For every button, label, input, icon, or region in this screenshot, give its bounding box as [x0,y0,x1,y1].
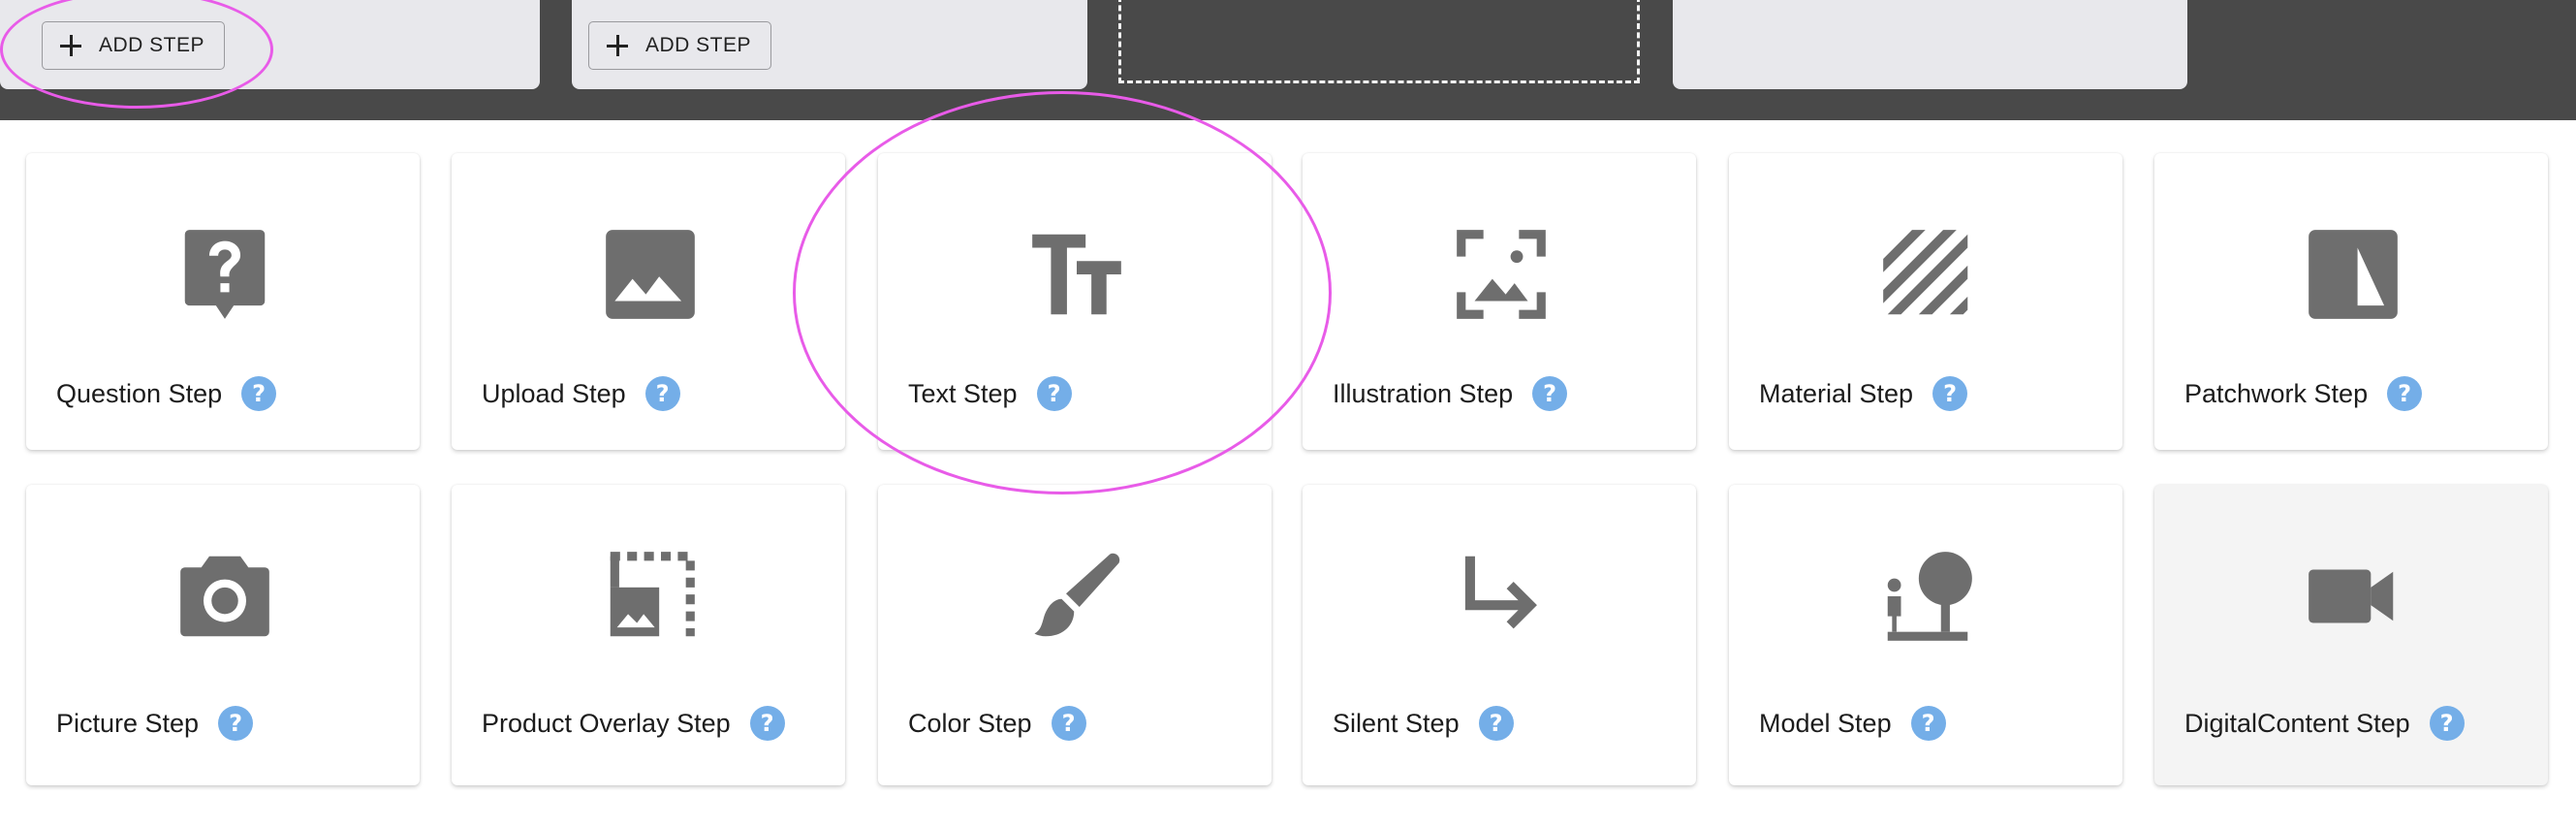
step-card-title: Picture Step ? [56,706,254,741]
step-sequence-bar: ADD STEP ADD STEP [0,0,2576,120]
step-card-model[interactable]: Model Step ? [1729,485,2122,785]
image-focus-icon [1448,221,1555,328]
step-slot-4 [1673,0,2187,89]
step-card-picture[interactable]: Picture Step ? [26,485,420,785]
step-drop-zone[interactable] [1118,0,1640,83]
step-slot-2: ADD STEP [572,0,1087,89]
help-icon[interactable]: ? [218,706,254,741]
step-card-digital-content[interactable]: DigitalContent Step ? [2154,485,2548,785]
help-icon[interactable]: ? [749,706,785,741]
step-label: Product Overlay Step [482,708,731,738]
step-label: Material Step [1759,378,1914,408]
step-card-silent[interactable]: Silent Step ? [1303,485,1696,785]
step-card-question[interactable]: Question Step ? [26,153,420,450]
nature-people-icon [1874,543,1981,650]
step-card-product-overlay[interactable]: Product Overlay Step ? [452,485,845,785]
step-label: Model Step [1759,708,1892,738]
step-card-title: Color Step ? [908,706,1086,741]
step-label: Color Step [908,708,1032,738]
plus-icon [60,35,81,56]
help-icon[interactable]: ? [1036,376,1072,411]
text-size-icon [1023,221,1130,328]
texture-icon [1874,221,1981,328]
step-card-illustration[interactable]: Illustration Step ? [1303,153,1696,450]
add-step-button-2[interactable]: ADD STEP [588,21,771,70]
step-card-upload[interactable]: Upload Step ? [452,153,845,450]
help-icon[interactable]: ? [2387,376,2423,411]
help-icon[interactable]: ? [1910,706,1946,741]
step-card-title: Silent Step ? [1333,706,1514,741]
step-label: Text Step [908,378,1018,408]
add-step-label: ADD STEP [99,34,205,56]
step-label: Question Step [56,378,223,408]
step-card-material[interactable]: Material Step ? [1729,153,2122,450]
video-camera-icon [2300,543,2406,650]
step-card-title: Illustration Step ? [1333,376,1568,411]
help-icon[interactable]: ? [1532,376,1568,411]
step-card-text[interactable]: Text Step ? [878,153,1272,450]
step-label: Illustration Step [1333,378,1514,408]
step-card-title: Product Overlay Step ? [482,706,785,741]
help-icon[interactable]: ? [1478,706,1514,741]
help-icon[interactable]: ? [1051,706,1086,741]
step-card-color[interactable]: Color Step ? [878,485,1272,785]
image-icon [597,221,704,328]
step-slot-1: ADD STEP [0,0,540,89]
step-card-title: Question Step ? [56,376,277,411]
overlay-image-icon [597,543,704,650]
help-icon[interactable]: ? [2429,706,2465,741]
question-bubble-icon [172,221,278,328]
step-card-title: Upload Step ? [482,376,680,411]
step-card-title: Model Step ? [1759,706,1946,741]
help-icon[interactable]: ? [644,376,680,411]
step-card-patchwork[interactable]: Patchwork Step ? [2154,153,2548,450]
step-label: Picture Step [56,708,200,738]
step-card-title: Material Step ? [1759,376,1968,411]
help-icon[interactable]: ? [241,376,277,411]
plus-icon [607,35,628,56]
add-step-button-1[interactable]: ADD STEP [42,21,225,70]
step-label: Patchwork Step [2184,378,2369,408]
step-label: DigitalContent Step [2184,708,2410,738]
brush-icon [1023,543,1130,650]
step-label: Upload Step [482,378,626,408]
camera-icon [172,543,278,650]
step-card-title: Patchwork Step ? [2184,376,2423,411]
step-label: Silent Step [1333,708,1460,738]
step-card-title: Text Step ? [908,376,1072,411]
help-icon[interactable]: ? [1932,376,1968,411]
add-step-label: ADD STEP [645,34,752,56]
subdirectory-arrow-icon [1448,543,1555,650]
step-card-title: DigitalContent Step ? [2184,706,2465,741]
patchwork-icon [2300,221,2406,328]
